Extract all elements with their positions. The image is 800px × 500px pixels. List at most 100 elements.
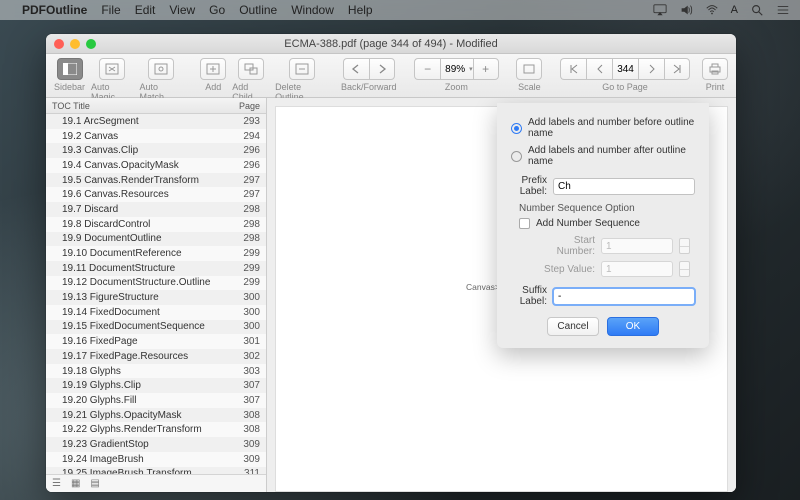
outline-title: 19.13 FigureStructure [52, 292, 232, 303]
suffix-label: Suffix Label: [511, 285, 547, 307]
zoomout-button[interactable]: − [414, 58, 440, 80]
outline-page: 299 [232, 248, 260, 259]
outline-page: 296 [232, 160, 260, 171]
outline-row[interactable]: 19.20 Glyphs.Fill307 [46, 393, 266, 408]
app-menu[interactable]: PDFOutline [22, 3, 87, 17]
outline-row[interactable]: 19.4 Canvas.OpacityMask296 [46, 158, 266, 173]
prevpage-button[interactable] [586, 58, 612, 80]
outline-row[interactable]: 19.11 DocumentStructure299 [46, 261, 266, 276]
delete-button[interactable] [289, 58, 315, 80]
outline-title: 19.4 Canvas.OpacityMask [52, 160, 232, 171]
stepvalue-input [601, 261, 673, 277]
radio-after[interactable] [511, 151, 522, 162]
outline-row[interactable]: 19.1 ArcSegment293 [46, 114, 266, 129]
outline-row[interactable]: 19.18 Glyphs303 [46, 364, 266, 379]
airplay-icon[interactable] [653, 3, 667, 17]
outline-row[interactable]: 19.8 DiscardControl298 [46, 217, 266, 232]
forward-button[interactable] [369, 58, 395, 80]
menu-extras-icon[interactable] [776, 3, 790, 17]
spotlight-icon[interactable] [750, 3, 764, 17]
column-header-page[interactable]: Page [239, 101, 260, 111]
menu-window[interactable]: Window [291, 3, 334, 17]
outline-row[interactable]: 19.10 DocumentReference299 [46, 246, 266, 261]
firstpage-button[interactable] [560, 58, 586, 80]
toolbar-label-print: Print [706, 82, 725, 92]
outline-row[interactable]: 19.23 GradientStop309 [46, 437, 266, 452]
outline-page: 308 [232, 424, 260, 435]
outline-row[interactable]: 19.2 Canvas294 [46, 129, 266, 144]
ok-button[interactable]: OK [607, 317, 659, 336]
menu-go[interactable]: Go [209, 3, 225, 17]
automatch-button[interactable] [148, 58, 174, 80]
text-input-icon[interactable]: A [731, 4, 738, 16]
volume-icon[interactable] [679, 3, 693, 17]
outline-page: 309 [232, 439, 260, 450]
outline-row[interactable]: 19.15 FixedDocumentSequence300 [46, 320, 266, 335]
thumbview-icon[interactable]: ▤ [90, 478, 99, 489]
outline-row[interactable]: 19.9 DocumentOutline298 [46, 232, 266, 247]
wifi-icon[interactable] [705, 3, 719, 17]
outline-row[interactable]: 19.12 DocumentStructure.Outline299 [46, 276, 266, 291]
outline-page: 299 [232, 263, 260, 274]
sidebar-footer: ☰ ▦ ▤ [46, 474, 266, 492]
sequence-group-label: Number Sequence Option [519, 203, 695, 214]
outline-list[interactable]: 19.1 ArcSegment29319.2 Canvas29419.3 Can… [46, 114, 266, 474]
outline-row[interactable]: 19.22 Glyphs.RenderTransform308 [46, 422, 266, 437]
automagic-button[interactable] [99, 58, 125, 80]
menu-file[interactable]: File [101, 3, 120, 17]
zoom-value[interactable]: 89%▾ [440, 58, 473, 80]
window-title: ECMA-388.pdf (page 344 of 494) - Modifie… [46, 38, 736, 50]
add-button[interactable] [200, 58, 226, 80]
gridview-icon[interactable]: ▦ [71, 478, 80, 489]
lastpage-button[interactable] [664, 58, 690, 80]
toolbar-label-add: Add [205, 82, 221, 92]
outline-page: 307 [232, 380, 260, 391]
page-field[interactable]: 344 [612, 58, 638, 80]
toolbar-label-zoom: Zoom [445, 82, 468, 92]
scale-button[interactable] [516, 58, 542, 80]
outline-row[interactable]: 19.5 Canvas.RenderTransform297 [46, 173, 266, 188]
outline-row[interactable]: 19.25 ImageBrush.Transform311 [46, 467, 266, 475]
outline-page: 294 [232, 131, 260, 142]
suffix-input[interactable] [553, 288, 695, 305]
outline-row[interactable]: 19.17 FixedPage.Resources302 [46, 349, 266, 364]
outline-title: 19.14 FixedDocument [52, 307, 232, 318]
toolbar-label-scale: Scale [518, 82, 541, 92]
startnumber-input [601, 238, 673, 254]
outline-row[interactable]: 19.7 Discard298 [46, 202, 266, 217]
column-header-title[interactable]: TOC Title [52, 101, 90, 111]
outline-row[interactable]: 19.6 Canvas.Resources297 [46, 187, 266, 202]
menu-edit[interactable]: Edit [135, 3, 156, 17]
outline-page: 309 [232, 454, 260, 465]
sidebar-toggle[interactable] [57, 58, 83, 80]
outline-row[interactable]: 19.19 Glyphs.Clip307 [46, 378, 266, 393]
content-area: Canvas> element used to draw the brush's… [267, 98, 736, 492]
listview-icon[interactable]: ☰ [52, 478, 61, 489]
print-button[interactable] [702, 58, 728, 80]
outline-row[interactable]: 19.14 FixedDocument300 [46, 305, 266, 320]
cancel-button[interactable]: Cancel [547, 317, 599, 336]
prefix-label: Prefix Label: [511, 175, 547, 197]
outline-row[interactable]: 19.21 Glyphs.OpacityMask308 [46, 408, 266, 423]
outline-title: 19.2 Canvas [52, 131, 232, 142]
back-button[interactable] [343, 58, 369, 80]
zoomin-button[interactable]: + [473, 58, 499, 80]
menu-view[interactable]: View [169, 3, 195, 17]
outline-row[interactable]: 19.3 Canvas.Clip296 [46, 143, 266, 158]
menu-outline[interactable]: Outline [239, 3, 277, 17]
outline-title: 19.18 Glyphs [52, 366, 232, 377]
outline-title: 19.20 Glyphs.Fill [52, 395, 232, 406]
nextpage-button[interactable] [638, 58, 664, 80]
prefix-input[interactable] [553, 178, 695, 195]
outline-row[interactable]: 19.16 FixedPage301 [46, 334, 266, 349]
addchild-button[interactable] [238, 58, 264, 80]
menu-help[interactable]: Help [348, 3, 373, 17]
toolbar: Sidebar Auto Magic Auto Match Add Add Ch… [46, 54, 736, 98]
outline-page: 297 [232, 175, 260, 186]
titlebar: ECMA-388.pdf (page 344 of 494) - Modifie… [46, 34, 736, 54]
outline-row[interactable]: 19.24 ImageBrush309 [46, 452, 266, 467]
outline-title: 19.3 Canvas.Clip [52, 145, 232, 156]
radio-before[interactable] [511, 123, 522, 134]
addsequence-checkbox[interactable] [519, 218, 530, 229]
outline-row[interactable]: 19.13 FigureStructure300 [46, 290, 266, 305]
